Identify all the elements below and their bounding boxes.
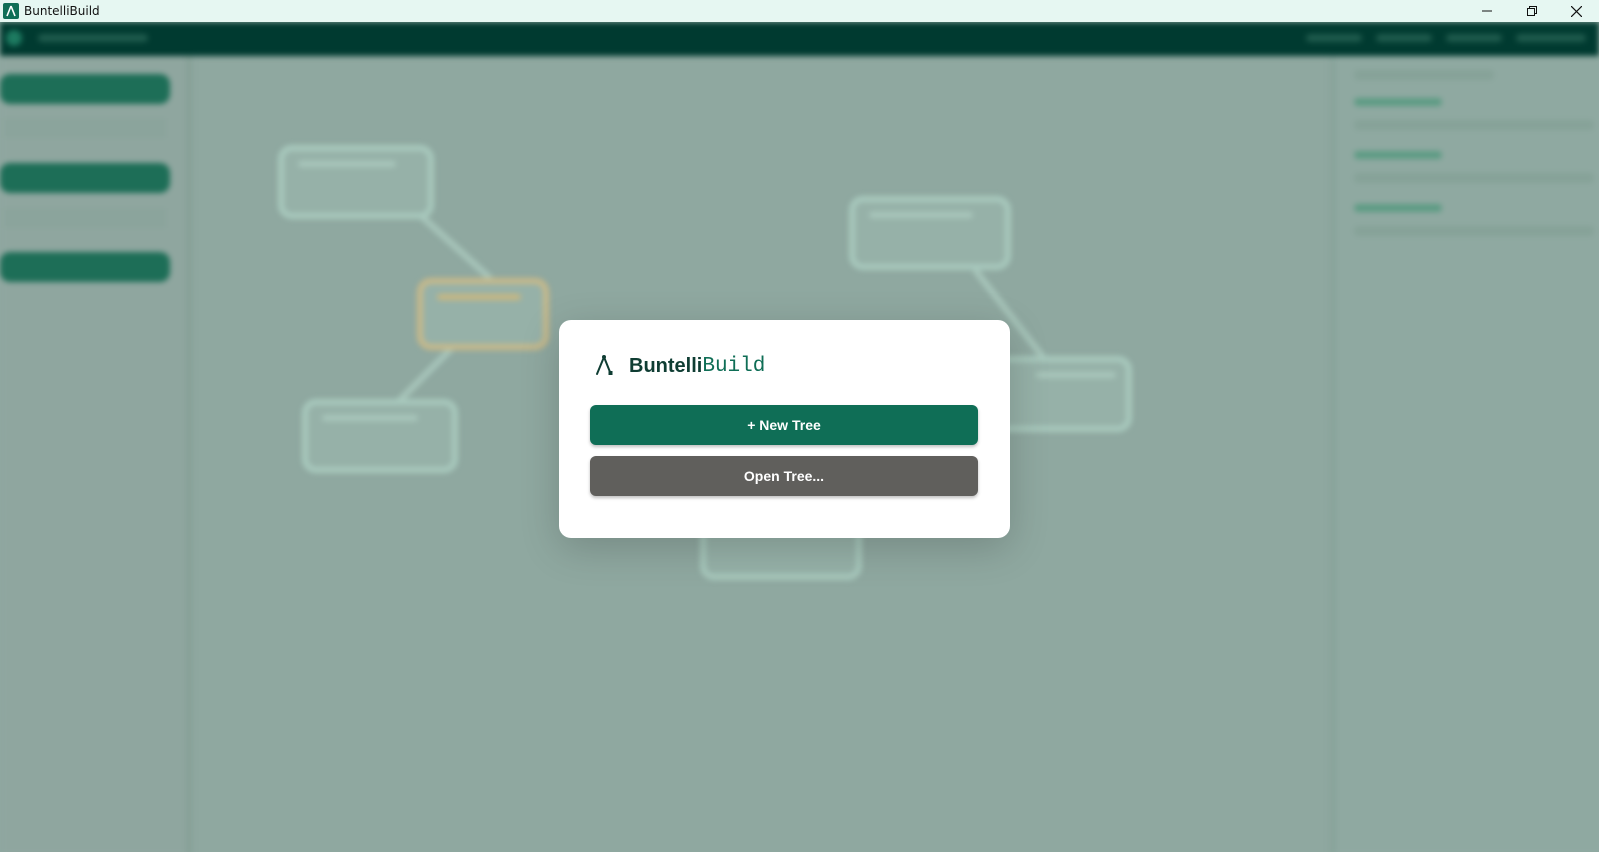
minimize-icon: [1481, 10, 1492, 12]
panel-field: [1354, 226, 1594, 236]
toolbar-placeholder: [1446, 34, 1502, 42]
tree-node: [849, 196, 1011, 270]
panel-field: [1354, 120, 1594, 130]
sidebar-pill: [0, 163, 170, 193]
toolbar-placeholder: [38, 34, 148, 42]
tree-edge: [417, 212, 493, 281]
tree-node: [990, 356, 1132, 432]
app-logo-icon: [3, 3, 19, 19]
tree-edge: [392, 346, 454, 408]
panel-heading: [1354, 70, 1494, 80]
window-titlebar: BuntelliBuild: [0, 0, 1599, 22]
close-icon: [1571, 5, 1582, 17]
panel-label: [1354, 151, 1442, 159]
sidebar-line: [4, 118, 166, 138]
app-toolbar: [0, 22, 1599, 56]
brand-name-part1: Buntelli: [629, 354, 703, 377]
sidebar-line: [4, 208, 166, 228]
open-tree-button[interactable]: Open Tree...: [590, 456, 978, 496]
tree-node: [417, 278, 549, 350]
restore-button[interactable]: [1509, 0, 1554, 22]
buntelli-logo-icon: [596, 355, 613, 375]
brand-name-part2: Build: [702, 354, 766, 378]
window-title: BuntelliBuild: [24, 4, 100, 18]
panel-field: [1354, 173, 1594, 183]
tree-node: [278, 145, 434, 219]
sidebar-pill: [0, 74, 170, 104]
close-button[interactable]: [1554, 0, 1599, 22]
app-sidebar: [0, 56, 192, 852]
minimize-button[interactable]: [1464, 0, 1509, 22]
toolbar-placeholder: [1516, 34, 1586, 42]
toolbar-placeholder: [1306, 34, 1362, 42]
start-dialog: Buntelli Build + New Tree Open Tree...: [559, 320, 1010, 538]
sidebar-pill: [0, 252, 170, 282]
app-properties-panel: [1330, 56, 1599, 852]
toolbar-logo: [6, 30, 22, 46]
toolbar-placeholder: [1376, 34, 1432, 42]
panel-label: [1354, 204, 1442, 212]
brand: Buntelli Build: [593, 354, 765, 378]
panel-label: [1354, 98, 1442, 106]
new-tree-button[interactable]: + New Tree: [590, 405, 978, 445]
restore-icon: [1526, 6, 1537, 16]
tree-node: [302, 399, 458, 473]
